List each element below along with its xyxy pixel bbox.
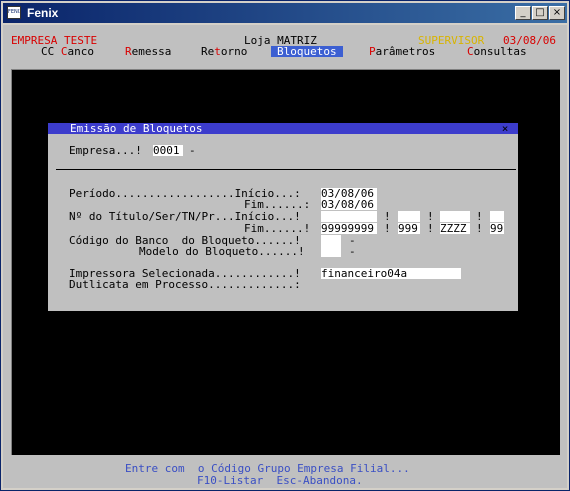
status-hint: Entre com o Código Grupo Empresa Filial.… [125, 462, 410, 475]
emissao-bloquetos-dialog: Emissão de Bloquetos × Empresa...! 0001 … [48, 123, 518, 311]
empresa-label: Empresa...! [69, 144, 142, 157]
titulo-fim-serie-input[interactable]: 999 [398, 223, 420, 234]
modelo-bloqueto-description: - [349, 245, 356, 258]
separator: ! [427, 210, 434, 223]
separator-line [56, 169, 516, 170]
modelo-bloqueto-input[interactable] [321, 246, 341, 257]
menu-consultas[interactable]: Consultas [467, 46, 527, 57]
menu-parametros[interactable]: Parâmetros [369, 46, 435, 57]
periodo-fim-label: Fim......: [244, 198, 311, 211]
menu-remessa[interactable]: Remessa [125, 46, 171, 57]
maximize-button[interactable]: □ [532, 6, 548, 20]
app-icon: FENIX [7, 6, 21, 19]
titulo-inicio-pr-input[interactable] [490, 211, 504, 222]
duplicata-label: Dutlicata em Processo.............: [69, 278, 301, 291]
titulo-fim-label: Fim......! [244, 222, 311, 235]
codigo-banco-input[interactable] [321, 235, 341, 246]
menu-retorno[interactable]: Retorno [201, 46, 247, 57]
impressora-input[interactable]: financeiro04a [321, 268, 461, 279]
dialog-title: Emissão de Bloquetos [70, 122, 203, 135]
window-title: Fenix [27, 6, 59, 20]
menu-bloquetos[interactable]: Bloquetos [271, 46, 343, 57]
minimize-button[interactable]: _ [515, 6, 531, 20]
separator: ! [384, 210, 391, 223]
separator: ! [427, 222, 434, 235]
modelo-bloqueto-label: Modelo do Bloqueto......! [139, 245, 305, 258]
titulo-label: Nº do Título/Ser/TN/Pr...Início...! [69, 210, 301, 223]
status-keys: F10-Listar Esc-Abandona. [197, 474, 363, 487]
application-window: FENIX Fenix _ □ × EMPRESA TESTE Loja MAT… [0, 0, 570, 491]
close-button[interactable]: × [549, 6, 565, 20]
empresa-input[interactable]: 0001 [153, 145, 183, 156]
separator: ! [476, 222, 483, 235]
separator: ! [384, 222, 391, 235]
title-bar[interactable]: FENIX Fenix _ □ × [3, 3, 567, 23]
titulo-fim-numero-input[interactable]: 99999999 [321, 223, 377, 234]
titulo-fim-tn-input[interactable]: ZZZZ [440, 223, 470, 234]
titulo-inicio-numero-input[interactable] [321, 211, 377, 222]
menu-cc-banco[interactable]: CC Canco [41, 46, 94, 57]
terminal-client-area: EMPRESA TESTE Loja MATRIZ SUPERVISOR 03/… [3, 25, 567, 488]
titulo-inicio-serie-input[interactable] [398, 211, 420, 222]
titulo-inicio-tn-input[interactable] [440, 211, 470, 222]
dialog-close-icon[interactable]: × [500, 123, 510, 134]
dialog-title-bar[interactable]: Emissão de Bloquetos × [48, 123, 518, 134]
empresa-description: - [189, 144, 196, 157]
titulo-fim-pr-input[interactable]: 99 [490, 223, 504, 234]
separator: ! [476, 210, 483, 223]
periodo-fim-input[interactable]: 03/08/06 [321, 199, 377, 210]
